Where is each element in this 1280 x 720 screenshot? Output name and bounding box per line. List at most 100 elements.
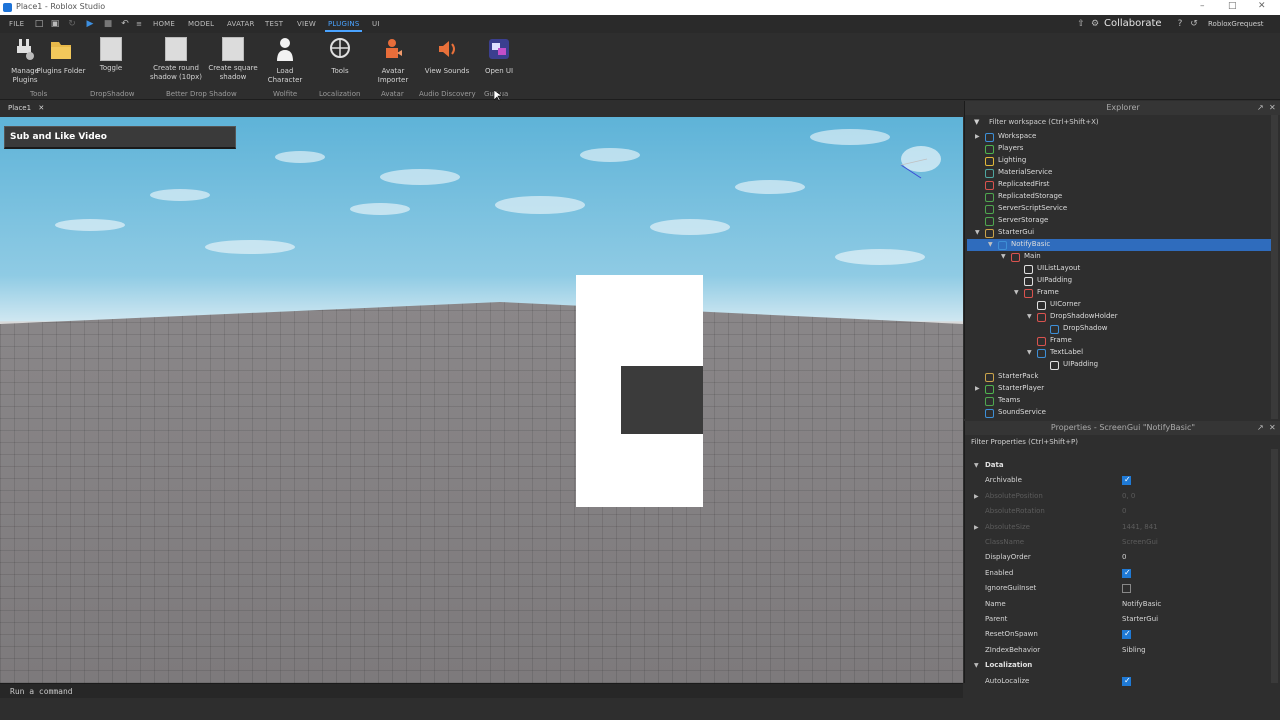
stop-icon[interactable]: ■ bbox=[103, 19, 113, 29]
property-row[interactable]: ResetOnSpawn bbox=[965, 627, 1271, 642]
expand-right-arrow-icon[interactable]: ▶ bbox=[975, 385, 980, 392]
property-row[interactable]: IgnoreGuiInset bbox=[965, 581, 1271, 596]
property-row[interactable]: ▶ AbsolutePosition 0, 0 bbox=[965, 489, 1271, 504]
property-row[interactable]: Parent StarterGui bbox=[965, 612, 1271, 627]
menu-plugins[interactable]: PLUGINS bbox=[324, 20, 363, 32]
menu-file[interactable]: FILE bbox=[9, 20, 24, 28]
collapse-arrow-icon[interactable]: ▼ bbox=[974, 662, 979, 669]
menu-test[interactable]: TEST bbox=[265, 20, 283, 28]
expand-down-arrow-icon[interactable]: ▼ bbox=[1001, 253, 1006, 260]
close-window-icon[interactable]: ✕ bbox=[1258, 1, 1266, 11]
tree-item[interactable]: Players bbox=[967, 143, 1271, 155]
notify-inner-frame[interactable] bbox=[621, 366, 703, 434]
tools-button[interactable]: Tools bbox=[315, 37, 365, 76]
properties-scrollbar[interactable] bbox=[1271, 449, 1278, 683]
tree-item[interactable]: UIPadding bbox=[967, 275, 1271, 287]
avatar-importer-button[interactable]: Avatar Importer bbox=[368, 37, 418, 85]
explorer-popout-icon[interactable]: ↗ bbox=[1257, 103, 1264, 112]
tree-item[interactable]: ▼ NotifyBasic bbox=[967, 239, 1271, 251]
property-category[interactable]: ▼ Data bbox=[965, 458, 1271, 473]
menu-view[interactable]: VIEW bbox=[297, 20, 316, 28]
command-bar[interactable]: Run a command bbox=[0, 683, 963, 698]
3d-viewport[interactable]: Sub and Like Video bbox=[0, 117, 963, 683]
tree-item[interactable]: Frame bbox=[967, 335, 1271, 347]
explorer-close-icon[interactable]: ✕ bbox=[1269, 103, 1276, 112]
share-icon[interactable]: ⇧ bbox=[1076, 19, 1086, 29]
tree-item[interactable]: MaterialService bbox=[967, 167, 1271, 179]
property-checkbox[interactable] bbox=[1122, 475, 1131, 486]
expand-down-arrow-icon[interactable]: ▼ bbox=[988, 241, 993, 248]
property-row[interactable]: ▶ AbsoluteSize 1441, 841 bbox=[965, 520, 1271, 535]
properties-filter[interactable]: Filter Properties (Ctrl+Shift+P) bbox=[965, 435, 1271, 448]
property-checkbox[interactable] bbox=[1122, 584, 1131, 594]
username-label[interactable]: RobloxGrequest bbox=[1208, 20, 1263, 28]
tab-place1[interactable]: Place1 ✕ bbox=[4, 101, 49, 116]
tree-item[interactable]: UIPadding bbox=[967, 359, 1271, 371]
menu-model[interactable]: MODEL bbox=[188, 20, 214, 28]
toggle-button[interactable]: Toggle bbox=[86, 37, 136, 73]
tree-item[interactable]: Teams bbox=[967, 395, 1271, 407]
property-row[interactable]: ClassName ScreenGui bbox=[965, 535, 1271, 550]
tree-item[interactable]: ▼ StarterGui bbox=[967, 227, 1271, 239]
tree-item[interactable]: ▶ StarterPlayer bbox=[967, 383, 1271, 395]
tree-item[interactable]: UICorner bbox=[967, 299, 1271, 311]
explorer-filter-input[interactable]: Filter workspace (Ctrl+Shift+X) bbox=[989, 118, 1099, 126]
properties-popout-icon[interactable]: ↗ bbox=[1257, 423, 1264, 432]
tree-item[interactable]: ▼ Frame bbox=[967, 287, 1271, 299]
properties-filter-input[interactable]: Filter Properties (Ctrl+Shift+P) bbox=[971, 438, 1078, 446]
notify-frame-preview[interactable] bbox=[576, 275, 703, 507]
play-icon[interactable]: ▶ bbox=[85, 19, 95, 29]
command-input[interactable]: Run a command bbox=[10, 687, 73, 696]
explorer-filter[interactable]: ▼ Filter workspace (Ctrl+Shift+X) bbox=[965, 115, 1271, 128]
expand-down-arrow-icon[interactable]: ▼ bbox=[1014, 289, 1019, 296]
plugins-folder-button[interactable]: Plugins Folder bbox=[36, 37, 86, 76]
property-row[interactable]: Enabled bbox=[965, 566, 1271, 581]
property-row[interactable]: AutoLocalize bbox=[965, 674, 1271, 689]
tree-item[interactable]: DropShadow bbox=[967, 323, 1271, 335]
property-checkbox[interactable] bbox=[1122, 629, 1131, 640]
team-create-icon[interactable]: ⚙ bbox=[1090, 19, 1100, 29]
expand-right-arrow-icon[interactable]: ▶ bbox=[974, 493, 979, 500]
create-round-shadow-button[interactable]: Create round shadow (10px) bbox=[148, 37, 204, 82]
create-square-shadow-button[interactable]: Create square shadow bbox=[205, 37, 261, 82]
expand-down-arrow-icon[interactable]: ▼ bbox=[1027, 313, 1032, 320]
tree-item[interactable]: StarterPack bbox=[967, 371, 1271, 383]
tree-item[interactable]: ServerStorage bbox=[967, 215, 1271, 227]
minimize-icon[interactable]: – bbox=[1200, 1, 1205, 11]
maximize-icon[interactable]: □ bbox=[1228, 1, 1237, 11]
open-file-icon[interactable]: ▣ bbox=[50, 19, 60, 29]
menu-home[interactable]: HOME bbox=[153, 20, 175, 28]
tree-item[interactable]: SoundService bbox=[967, 407, 1271, 419]
expand-down-arrow-icon[interactable]: ▼ bbox=[975, 229, 980, 236]
tree-item[interactable]: ▼ DropShadowHolder bbox=[967, 311, 1271, 323]
property-checkbox[interactable] bbox=[1122, 676, 1131, 686]
menu-avatar[interactable]: AVATAR bbox=[227, 20, 255, 28]
property-category[interactable]: ▼ Localization bbox=[965, 658, 1271, 673]
collapse-arrow-icon[interactable]: ▼ bbox=[974, 462, 979, 469]
view-sounds-button[interactable]: View Sounds bbox=[422, 37, 472, 76]
explorer-scrollbar[interactable] bbox=[1271, 115, 1278, 419]
open-ui-button[interactable]: Open UI bbox=[474, 37, 524, 76]
quick-access-dropdown-icon[interactable]: ≡ bbox=[134, 19, 144, 29]
tree-item[interactable]: ServerScriptService bbox=[967, 203, 1271, 215]
view-cube-icon[interactable] bbox=[897, 145, 941, 179]
property-row[interactable]: Name NotifyBasic bbox=[965, 597, 1271, 612]
property-row[interactable]: DisplayOrder 0 bbox=[965, 550, 1271, 565]
expand-right-arrow-icon[interactable]: ▶ bbox=[975, 133, 980, 140]
property-row[interactable]: ZIndexBehavior Sibling bbox=[965, 643, 1271, 658]
property-row[interactable]: AbsoluteRotation 0 bbox=[965, 504, 1271, 519]
tree-item[interactable]: Lighting bbox=[967, 155, 1271, 167]
close-tab-icon[interactable]: ✕ bbox=[38, 104, 44, 112]
tree-item[interactable]: ▶ Workspace bbox=[967, 131, 1271, 143]
new-file-icon[interactable]: □ bbox=[34, 19, 44, 29]
tree-item[interactable]: ▼ Main bbox=[967, 251, 1271, 263]
tree-item[interactable]: ReplicatedFirst bbox=[967, 179, 1271, 191]
property-value[interactable]: 0 bbox=[1122, 553, 1126, 561]
property-value[interactable]: StarterGui bbox=[1122, 615, 1158, 623]
expand-right-arrow-icon[interactable]: ▶ bbox=[974, 524, 979, 531]
share-link-icon[interactable]: ↺ bbox=[1189, 19, 1199, 29]
tree-item[interactable]: UIListLayout bbox=[967, 263, 1271, 275]
expand-down-arrow-icon[interactable]: ▼ bbox=[1027, 349, 1032, 356]
properties-close-icon[interactable]: ✕ bbox=[1269, 423, 1276, 432]
undo-icon[interactable]: ↶ bbox=[120, 19, 130, 29]
